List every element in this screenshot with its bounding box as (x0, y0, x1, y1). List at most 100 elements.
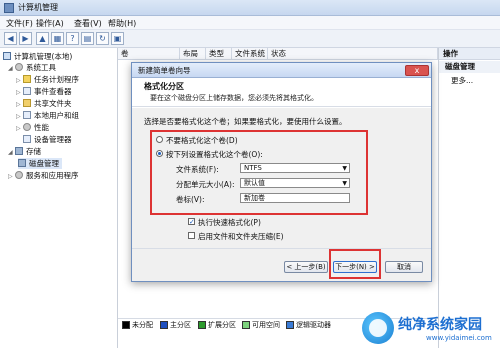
computer-management-icon (4, 3, 14, 13)
storage-icon (15, 147, 23, 155)
event-viewer-icon (23, 87, 31, 95)
refresh-icon[interactable]: ↻ (96, 32, 109, 45)
legend-label: 主分区 (170, 321, 191, 329)
actions-header: 操作 (439, 48, 500, 60)
back-button[interactable]: < 上一步(B) (284, 261, 328, 273)
forward-icon[interactable]: ▶ (19, 32, 32, 45)
volume-label-label: 卷标(V): (176, 195, 205, 204)
column-header-filesystem[interactable]: 文件系统 (232, 48, 268, 60)
window-titlebar: 计算机管理 (0, 0, 500, 16)
tree-item-device-manager[interactable]: 设备管理器 (16, 134, 72, 145)
tree-item-label: 性能 (34, 123, 49, 132)
expand-icon[interactable]: ▷ (16, 113, 23, 120)
legend-label: 未分配 (132, 321, 153, 329)
disk-management-icon (18, 159, 26, 167)
legend-swatch-extended (198, 321, 206, 329)
column-header-volume[interactable]: 卷 (118, 48, 180, 60)
tree-services[interactable]: ▷ 服务和应用程序 (8, 170, 79, 181)
back-icon[interactable]: ◀ (4, 32, 17, 45)
device-manager-icon (23, 135, 31, 143)
legend-swatch-logical (286, 321, 294, 329)
quick-format-checkbox[interactable]: ✓ (188, 218, 195, 226)
menu-action[interactable]: 操作(A) (36, 18, 64, 29)
format-prompt: 选择是否要格式化这个卷；如果要格式化，要使用什么设置。 (144, 117, 347, 126)
tree-system-tools-label: 系统工具 (26, 63, 56, 72)
legend-label: 扩展分区 (208, 321, 236, 329)
expand-icon[interactable]: ▷ (16, 101, 23, 108)
actions-more[interactable]: 更多... (439, 75, 500, 87)
tree-item-label: 共享文件夹 (34, 99, 72, 108)
expand-icon[interactable]: ▷ (16, 125, 23, 132)
compression-checkbox[interactable] (188, 232, 195, 239)
toolbar: ◀ ▶ ▲ ▦ ? ▤ ↻ ▣ (0, 30, 500, 48)
column-header-layout[interactable]: 布局 (180, 48, 206, 60)
dialog-title: 新建简单卷向导 (132, 63, 431, 78)
up-folder-icon[interactable]: ▲ (36, 32, 49, 45)
dropdown-arrow-icon: ▼ (342, 180, 347, 187)
properties-icon[interactable]: ▤ (81, 32, 94, 45)
compression-label: 启用文件和文件夹压缩(E) (198, 232, 284, 241)
collapse-icon[interactable]: ◢ (8, 149, 15, 156)
show-tree-icon[interactable]: ▦ (51, 32, 64, 45)
close-button[interactable]: x (405, 65, 429, 76)
tree-item-disk-management[interactable]: 磁盘管理 (18, 158, 62, 169)
column-header-type[interactable]: 类型 (206, 48, 232, 60)
radio-no-format[interactable] (156, 136, 163, 143)
filesystem-select[interactable]: NTFS ▼ (240, 163, 350, 173)
legend-swatch-unallocated (122, 321, 130, 329)
actions-disk-management[interactable]: 磁盘管理 (439, 61, 500, 73)
watermark: 纯净系统家园 www.yidaimei.com (362, 312, 500, 348)
tree-item-label: 磁盘管理 (29, 159, 59, 168)
allocation-unit-select[interactable]: 默认值 ▼ (240, 178, 350, 188)
filesystem-label: 文件系统(F): (176, 165, 219, 174)
expand-icon[interactable]: ▷ (16, 77, 23, 84)
radio-no-format-label: 不要格式化这个卷(D) (166, 136, 238, 145)
tree-item-label: 设备管理器 (34, 135, 72, 144)
new-simple-volume-wizard: 新建简单卷向导 x 格式化分区 要在这个磁盘分区上储存数据，您必须先将其格式化。… (131, 62, 432, 282)
tree-item-performance[interactable]: ▷ 性能 (16, 122, 49, 133)
tree-item-task-scheduler[interactable]: ▷ 任务计划程序 (16, 74, 79, 85)
expand-icon[interactable]: ▷ (8, 173, 15, 180)
menu-help[interactable]: 帮助(H) (108, 18, 136, 29)
users-icon (23, 111, 31, 119)
tree-item-label: 本地用户和组 (34, 111, 79, 120)
help-icon[interactable]: ? (66, 32, 79, 45)
legend-label: 可用空间 (252, 321, 280, 329)
export-icon[interactable]: ▣ (111, 32, 124, 45)
computer-icon (3, 52, 11, 60)
tree-storage[interactable]: ◢ 存储 (8, 146, 41, 157)
legend-swatch-primary (160, 321, 168, 329)
collapse-icon[interactable]: ◢ (8, 65, 15, 72)
tree-storage-label: 存储 (26, 147, 41, 156)
tree-item-shared-folders[interactable]: ▷ 共享文件夹 (16, 98, 72, 109)
dropdown-arrow-icon: ▼ (342, 165, 347, 172)
watermark-url: www.yidaimei.com (426, 334, 492, 342)
watermark-brand: 纯净系统家园 (398, 317, 482, 333)
tree-root-label: 计算机管理(本地) (14, 52, 73, 61)
expand-icon[interactable]: ▷ (16, 89, 23, 96)
actions-pane: 操作 磁盘管理 更多... (438, 48, 500, 348)
tools-icon (15, 63, 23, 71)
brand-logo (362, 312, 394, 344)
filesystem-value: NTFS (244, 164, 262, 172)
window-title: 计算机管理 (18, 3, 58, 12)
tree-system-tools[interactable]: ◢ 系统工具 (8, 62, 56, 73)
tree-root[interactable]: 计算机管理(本地) (3, 51, 72, 62)
task-scheduler-icon (23, 75, 31, 83)
legend-label: 逻辑驱动器 (296, 321, 331, 329)
radio-format[interactable] (156, 150, 163, 157)
next-button-highlight (329, 249, 381, 279)
quick-format-label: 执行快速格式化(P) (198, 218, 261, 227)
cancel-button[interactable]: 取消 (385, 261, 423, 273)
dialog-heading: 格式化分区 (144, 82, 184, 91)
menu-view[interactable]: 查看(V) (74, 18, 102, 29)
column-header-status[interactable]: 状态 (268, 48, 438, 60)
tree-item-label: 任务计划程序 (34, 75, 79, 84)
tree-item-event-viewer[interactable]: ▷ 事件查看器 (16, 86, 72, 97)
shared-folder-icon (23, 99, 31, 107)
radio-format-label: 按下列设置格式化这个卷(O): (166, 150, 263, 159)
dialog-body: 选择是否要格式化这个卷；如果要格式化，要使用什么设置。 不要格式化这个卷(D) … (132, 108, 431, 248)
tree-item-local-users[interactable]: ▷ 本地用户和组 (16, 110, 79, 121)
volume-label-input[interactable]: 新加卷 (240, 193, 350, 203)
menu-file[interactable]: 文件(F) (6, 18, 33, 29)
